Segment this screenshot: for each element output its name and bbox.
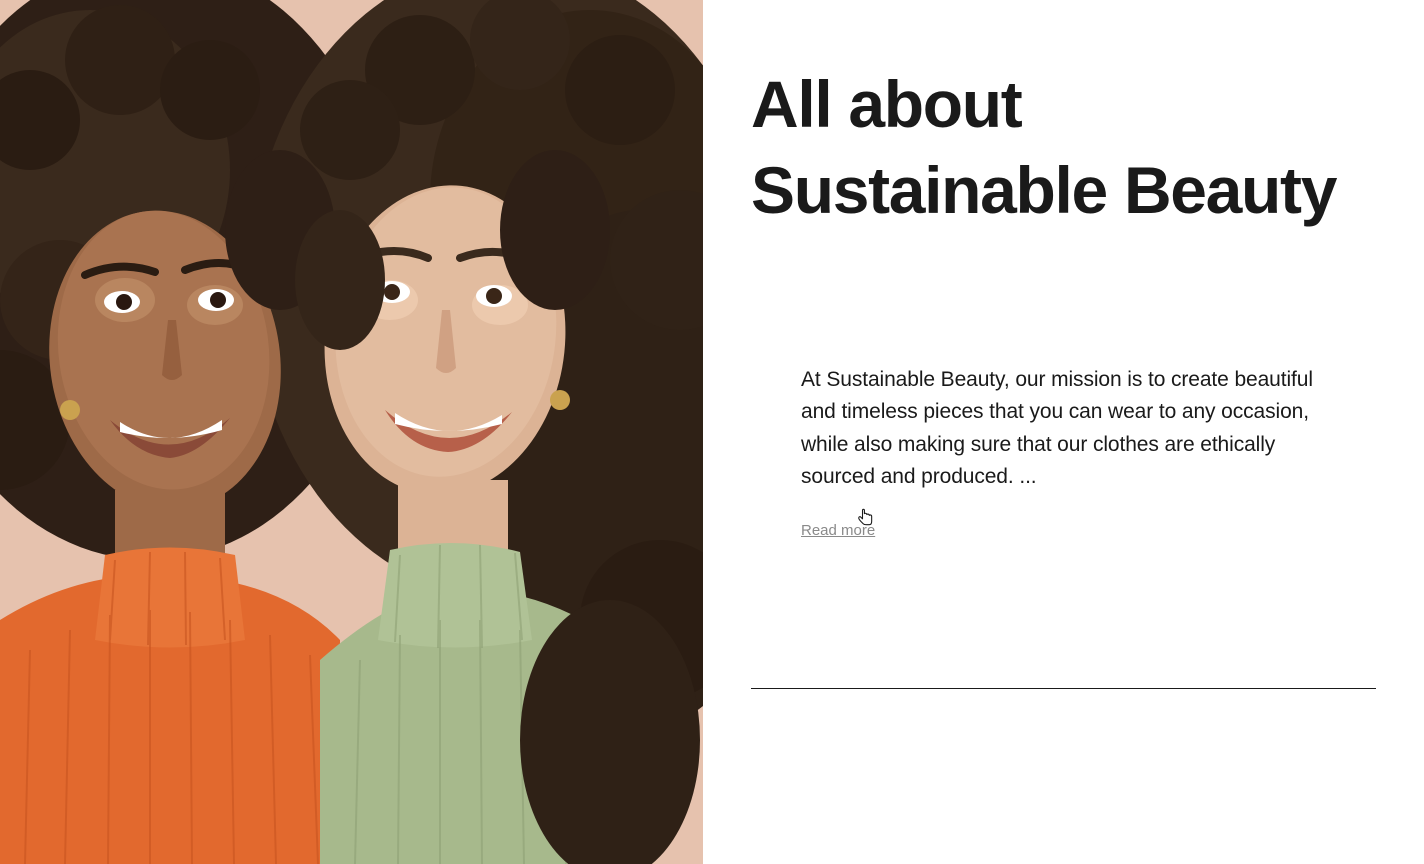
section-divider	[751, 688, 1376, 689]
body-paragraph: At Sustainable Beauty, our mission is to…	[801, 364, 1346, 494]
read-more-link[interactable]: Read more	[801, 522, 875, 539]
content-panel: All about Sustainable Beauty At Sustaina…	[703, 0, 1424, 864]
body-section: At Sustainable Beauty, our mission is to…	[751, 364, 1376, 540]
hero-image	[0, 0, 703, 864]
page-container: All about Sustainable Beauty At Sustaina…	[0, 0, 1424, 864]
page-heading: All about Sustainable Beauty	[751, 62, 1376, 234]
